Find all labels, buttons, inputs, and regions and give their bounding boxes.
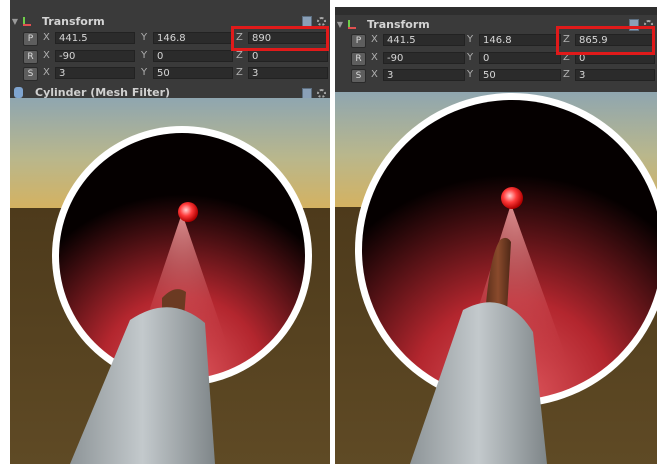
mesh-filter-title: Cylinder (Mesh Filter) <box>35 86 171 98</box>
x-label: X <box>371 52 378 63</box>
y-label: Y <box>467 34 474 45</box>
position-x-field[interactable]: 441.5 <box>55 32 135 44</box>
position-x-field[interactable]: 441.5 <box>383 34 465 46</box>
rotation-reset-button[interactable]: R <box>23 50 38 64</box>
rotation-z-field[interactable]: 0 <box>248 50 328 62</box>
y-label: Y <box>467 52 474 63</box>
rotation-x-field[interactable]: -90 <box>55 50 135 62</box>
rotation-row: R X -90 Y 0 Z 0 <box>10 49 330 64</box>
gear-icon[interactable] <box>317 17 326 26</box>
rotation-x-field[interactable]: -90 <box>383 52 465 64</box>
scale-y-field[interactable]: 50 <box>153 67 233 79</box>
inspector-panel-right: ▼ Transform P X 441.5 Y 146.8 Z 865.9 R … <box>335 7 657 92</box>
gear-icon[interactable] <box>317 89 326 98</box>
y-label: Y <box>467 69 474 80</box>
transform-title: Transform <box>367 18 430 31</box>
scale-z-field[interactable]: 3 <box>575 69 655 81</box>
y-label: Y <box>141 32 148 43</box>
scene-view-left[interactable] <box>10 98 330 464</box>
position-y-field[interactable]: 146.8 <box>479 34 561 46</box>
scene-view-right[interactable] <box>335 92 657 464</box>
scale-row: S X 3 Y 50 Z 3 <box>10 66 330 81</box>
toolbar-strip <box>335 7 657 15</box>
transform-icon <box>345 19 359 31</box>
z-label: Z <box>236 67 243 78</box>
highlight-box-z <box>556 26 655 55</box>
transform-title: Transform <box>42 15 105 28</box>
x-label: X <box>43 67 50 78</box>
scale-x-field[interactable]: 3 <box>55 67 135 79</box>
cylinder-icon <box>14 87 23 98</box>
z-label: Z <box>563 69 570 80</box>
scene-render-right <box>335 92 657 464</box>
foldout-arrow-icon[interactable]: ▼ <box>335 20 345 29</box>
scale-z-field[interactable]: 3 <box>248 67 328 79</box>
scale-y-field[interactable]: 50 <box>479 69 561 81</box>
rotation-y-field[interactable]: 0 <box>153 50 233 62</box>
red-ball <box>501 187 523 209</box>
transform-icon <box>20 16 34 28</box>
book-icon[interactable] <box>302 88 312 98</box>
mesh-filter-header[interactable]: Cylinder (Mesh Filter) <box>10 86 330 98</box>
x-label: X <box>43 50 50 61</box>
scene-render-left <box>10 98 330 464</box>
position-reset-button[interactable]: P <box>23 32 38 46</box>
y-label: Y <box>141 67 148 78</box>
rotation-reset-button[interactable]: R <box>351 52 366 66</box>
position-y-field[interactable]: 146.8 <box>153 32 233 44</box>
y-label: Y <box>141 50 148 61</box>
x-label: X <box>371 69 378 80</box>
scale-x-field[interactable]: 3 <box>383 69 465 81</box>
red-ball <box>178 202 198 222</box>
z-label: Z <box>236 50 243 61</box>
x-label: X <box>371 34 378 45</box>
scale-reset-button[interactable]: S <box>351 69 366 83</box>
scale-reset-button[interactable]: S <box>23 67 38 81</box>
foldout-arrow-icon[interactable]: ▼ <box>10 17 20 26</box>
inspector-panel-left: ▼ Transform P X 441.5 Y 146.8 Z 890 R X … <box>10 0 330 98</box>
position-reset-button[interactable]: P <box>351 34 366 48</box>
x-label: X <box>43 32 50 43</box>
scale-row: S X 3 Y 50 Z 3 <box>335 68 657 83</box>
highlight-box-z <box>231 26 329 51</box>
rotation-y-field[interactable]: 0 <box>479 52 561 64</box>
